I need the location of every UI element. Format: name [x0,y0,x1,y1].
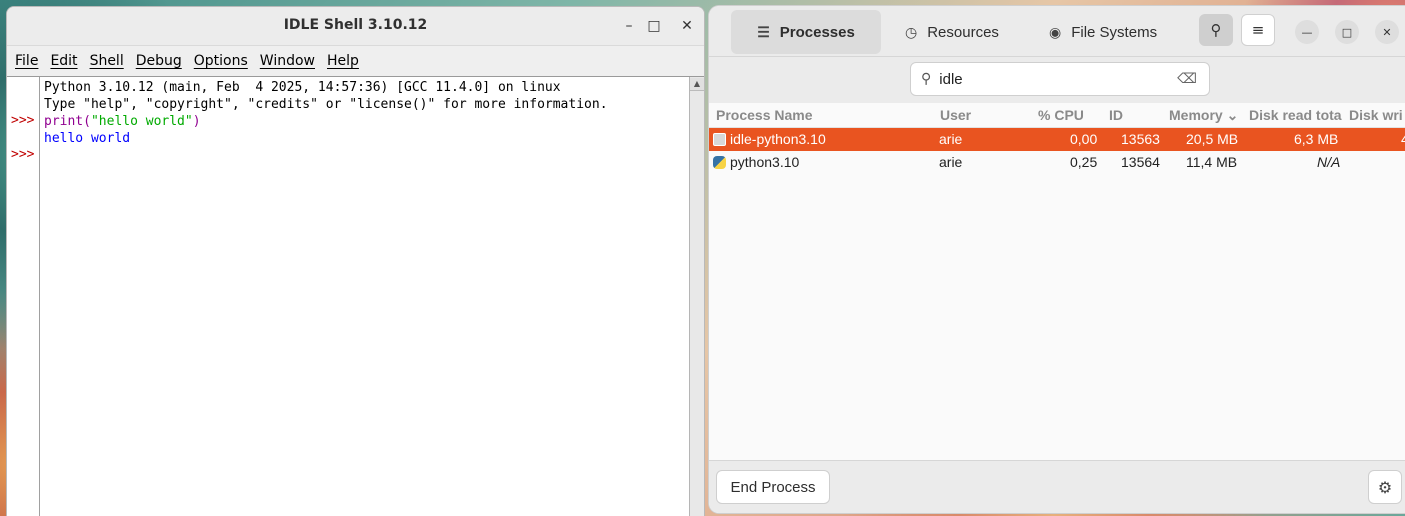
column-header-memory[interactable]: Memory ⌄ [1169,107,1238,124]
tab-processes[interactable]: ☰ Processes [731,10,881,54]
disk-read-cell: N/A [1317,154,1341,170]
list-icon: ☰ [757,23,770,40]
id-cell: 13563 [1121,131,1160,147]
program-output: hello world [44,131,131,146]
search-icon: ⚲ [921,71,932,87]
process-name-cell: python3.10 [713,154,799,170]
tab-label: File Systems [1071,23,1158,41]
main-menu-button[interactable]: ≡ [1241,14,1275,46]
menu-window[interactable]: Window [254,49,321,73]
tab-label: Processes [779,23,855,41]
disk-read-cell: 6,3 MB [1294,131,1339,147]
column-header-disk-read[interactable]: Disk read tota [1249,107,1345,123]
search-bar: ⚲ ⌫ [709,57,1405,104]
process-name-cell: idle-python3.10 [713,131,826,147]
menu-options[interactable]: Options [188,49,254,73]
prompt-marker: >>> [11,147,35,162]
column-header-id[interactable]: ID [1109,107,1123,123]
menu-help[interactable]: Help [321,49,365,73]
process-name: idle-python3.10 [730,131,826,147]
disk-icon: ◉ [1049,23,1062,40]
prompt-gutter: >>> >>> [7,77,40,516]
shell-output[interactable]: Python 3.10.12 (main, Feb 4 2025, 14:57:… [44,79,686,147]
hamburger-menu-icon: ≡ [1251,21,1265,39]
menu-shell[interactable]: Shell [84,49,130,73]
memory-cell: 11,4 MB [1186,154,1238,170]
idle-titlebar[interactable]: IDLE Shell 3.10.12 – □ ✕ [7,7,704,46]
sysmon-footer: End Process ⚙ [709,460,1405,513]
column-header-user[interactable]: User [940,107,971,123]
column-header-disk-write[interactable]: Disk wri [1349,107,1405,123]
builtin-token: ) [192,114,201,129]
scroll-up-icon[interactable]: ▲ [690,78,704,91]
tab-resources[interactable]: ◷ Resources [905,10,999,54]
cpu-cell: 0,00 [1070,131,1098,147]
end-process-button[interactable]: End Process [716,470,830,504]
user-cell: arie [939,154,963,170]
idle-window-title: IDLE Shell 3.10.12 [283,17,428,33]
user-cell: arie [939,131,963,147]
menu-edit[interactable]: Edit [44,49,83,73]
idle-close-button[interactable]: ✕ [676,15,698,37]
cpu-cell: 0,25 [1070,154,1098,170]
sysmon-maximize-button[interactable]: □ [1335,20,1359,44]
table-row[interactable]: python3.10 arie 0,25 13564 11,4 MB N/A [709,151,1405,174]
sysmon-minimize-button[interactable]: — [1295,20,1319,44]
command-line: print("hello world") [44,113,686,130]
sysmon-headerbar[interactable]: ☰ Processes ◷ Resources ◉ File Systems ⚲… [709,6,1405,57]
search-toggle-button[interactable]: ⚲ [1199,14,1233,46]
search-field[interactable]: ⚲ ⌫ [910,62,1210,96]
column-header-cpu[interactable]: % CPU [1038,107,1084,123]
column-header-process-name[interactable]: Process Name [716,107,813,123]
builtin-token: print( [44,114,91,129]
search-icon: ⚲ [1210,21,1222,39]
prompt-marker: >>> [11,113,35,128]
gear-icon: ⚙ [1377,477,1393,497]
menu-debug[interactable]: Debug [130,49,188,73]
gauge-icon: ◷ [905,23,918,40]
disk-write-cell: 4 [1401,131,1405,147]
table-row[interactable]: idle-python3.10 arie 0,00 13563 20,5 MB … [709,128,1405,151]
banner-line: Python 3.10.12 (main, Feb 4 2025, 14:57:… [44,80,561,95]
table-header: Process Name User % CPU ID Memory ⌄ Disk… [709,103,1405,128]
idle-menubar: File Edit Shell Debug Options Window Hel… [7,46,704,77]
system-monitor-window: ☰ Processes ◷ Resources ◉ File Systems ⚲… [709,6,1405,513]
clear-search-icon[interactable]: ⌫ [1177,71,1197,87]
process-settings-button[interactable]: ⚙ [1368,470,1402,504]
sysmon-close-button[interactable]: ✕ [1375,20,1399,44]
tab-file-systems[interactable]: ◉ File Systems [1049,10,1157,54]
process-name: python3.10 [730,154,800,170]
idle-scrollbar[interactable]: ▲ [689,77,704,516]
search-input[interactable] [937,69,1172,89]
menu-file[interactable]: File [9,49,44,73]
shell-editor[interactable]: >>> >>> Python 3.10.12 (main, Feb 4 2025… [7,76,704,516]
idle-minimize-button[interactable]: – [618,15,640,37]
process-table: Process Name User % CPU ID Memory ⌄ Disk… [709,103,1405,174]
banner-line: Type "help", "copyright", "credits" or "… [44,97,608,112]
tab-label: Resources [927,23,999,41]
idle-maximize-button[interactable]: □ [643,15,665,37]
idle-process-icon [713,133,726,146]
id-cell: 13564 [1121,154,1160,170]
string-token: "hello world" [90,114,193,129]
memory-cell: 20,5 MB [1186,131,1239,147]
idle-shell-window: IDLE Shell 3.10.12 – □ ✕ File Edit Shell… [6,6,705,516]
python-icon [713,156,726,169]
